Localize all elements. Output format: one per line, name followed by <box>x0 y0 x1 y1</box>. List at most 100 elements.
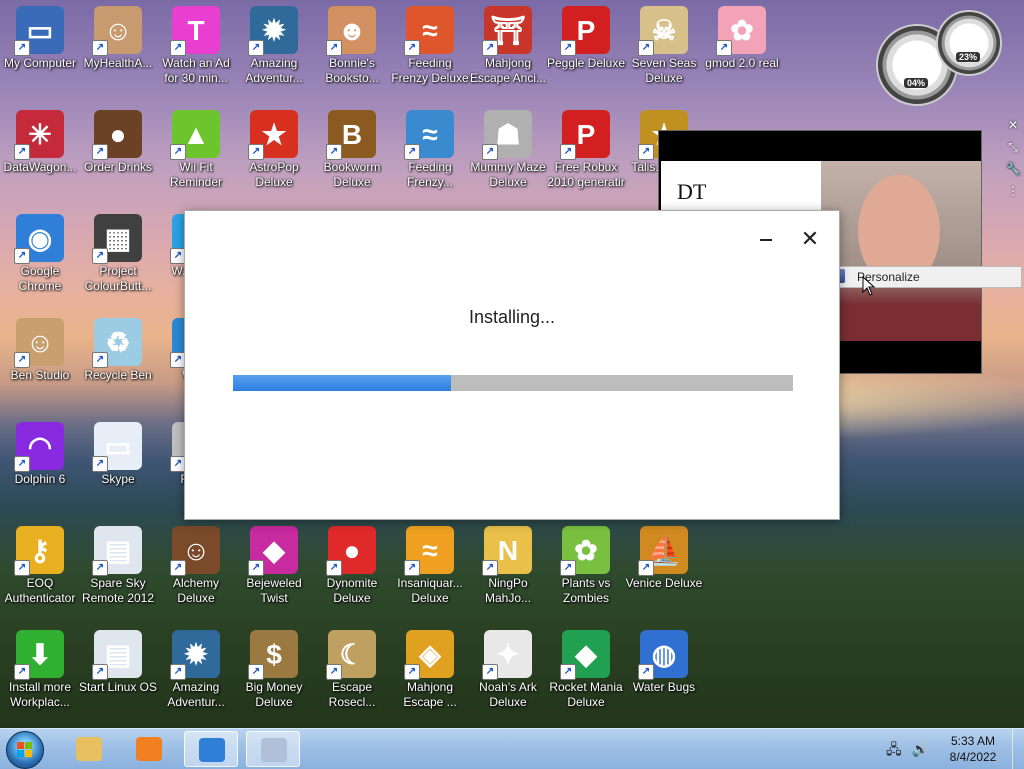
desktop-icon[interactable]: ✿ ↗ gmod 2.0 real <box>702 2 782 71</box>
clock[interactable]: 5:33 AM 8/4/2022 <box>940 733 1006 765</box>
desktop-icon[interactable]: ▭ ↗ Skype <box>78 418 158 487</box>
desktop-icon[interactable]: ☺ ↗ Ben Studio <box>0 314 80 383</box>
desktop-icon-label: Project ColourButt... <box>84 264 152 293</box>
folder-icon <box>76 737 102 761</box>
desktop-icon[interactable]: ☺ ↗ MyHealthA... <box>78 2 158 71</box>
desktop-icon[interactable]: ● ↗ Order Drinks <box>78 106 158 175</box>
desktop-icon[interactable]: ✹ ↗ Amazing Adventur... <box>234 2 314 86</box>
taskbar-explorer-button[interactable] <box>62 731 116 767</box>
desktop-icon[interactable]: ◍ ↗ Water Bugs <box>624 626 704 695</box>
desktop-icon[interactable]: ⬇ ↗ Install more Workplac... <box>0 626 80 710</box>
cpu-meter-gadget[interactable]: 04% 23% <box>872 10 1002 106</box>
resize-icon[interactable]: ⤡ <box>1006 140 1020 154</box>
desktop-icon[interactable]: ◆ ↗ Bejeweled Twist <box>234 522 314 606</box>
desktop-icon-label: Venice Deluxe <box>625 576 703 590</box>
desktop-icon[interactable]: ☾ ↗ Escape Rosecl... <box>312 626 392 710</box>
desktop-icon[interactable]: ☻ ↗ Bonnie's Booksto... <box>312 2 392 86</box>
desktop-icon[interactable]: ▤ ↗ Start Linux OS <box>78 626 158 695</box>
desktop-icon[interactable]: ⛵ ↗ Venice Deluxe <box>624 522 704 591</box>
desktop-icon-label: Install more Workplac... <box>8 680 72 709</box>
desktop-icon-image: ⛩ ↗ <box>482 6 532 56</box>
desktop-icon[interactable]: ✳ ↗ DataWagon... <box>0 106 80 175</box>
desktop-icon[interactable]: T ↗ Watch an Ad for 30 min... <box>156 2 236 86</box>
desktop-icon[interactable]: ⛩ ↗ Mahjong Escape Anci... <box>468 2 548 86</box>
shortcut-arrow-icon: ↗ <box>560 560 576 576</box>
wrench-icon[interactable]: 🔧 <box>1006 162 1021 176</box>
desktop-icon[interactable]: ≈ ↗ Feeding Frenzy... <box>390 106 470 190</box>
desktop-icon[interactable]: $ ↗ Big Money Deluxe <box>234 626 314 710</box>
desktop-icon[interactable]: ◆ ↗ Rocket Mania Deluxe <box>546 626 626 710</box>
shortcut-arrow-icon: ↗ <box>482 560 498 576</box>
desktop-icon[interactable]: ● ↗ Dynomite Deluxe <box>312 522 392 606</box>
shortcut-arrow-icon: ↗ <box>404 664 420 680</box>
desktop-icon[interactable]: ≈ ↗ Insaniquar... Deluxe <box>390 522 470 606</box>
desktop-icon-label: MyHealthA... <box>83 56 153 70</box>
shortcut-arrow-icon: ↗ <box>170 560 186 576</box>
desktop-icon[interactable]: B ↗ Bookworm Deluxe <box>312 106 392 190</box>
desktop-icon[interactable]: ≈ ↗ Feeding Frenzy Deluxe <box>390 2 470 86</box>
minimize-button[interactable] <box>755 229 777 251</box>
desktop-icon[interactable]: ▲ ↗ Wii Fit Reminder <box>156 106 236 190</box>
start-button[interactable] <box>6 731 44 769</box>
shortcut-arrow-icon: ↗ <box>92 664 108 680</box>
windows-logo-icon <box>17 742 33 758</box>
desktop-icon[interactable]: ▤ ↗ Spare Sky Remote 2012 <box>78 522 158 606</box>
progress-fill <box>233 375 452 391</box>
desktop-icon[interactable]: ◠ ↗ Dolphin 6 <box>0 418 80 487</box>
shortcut-arrow-icon: ↗ <box>404 560 420 576</box>
desktop-icon[interactable]: ☗ ↗ Mummy Maze Deluxe <box>468 106 548 190</box>
shortcut-arrow-icon: ↗ <box>638 144 654 160</box>
desktop-icon[interactable]: ☺ ↗ Alchemy Deluxe <box>156 522 236 606</box>
desktop-icon[interactable]: P ↗ Free Robux 2010 generatir <box>546 106 626 190</box>
desktop-icon-image: P ↗ <box>560 6 610 56</box>
desktop-icon[interactable]: ♻ ↗ Recycle Ben <box>78 314 158 383</box>
desktop-icon-label: Dynomite Deluxe <box>326 576 378 605</box>
shortcut-arrow-icon: ↗ <box>14 248 30 264</box>
volume-icon[interactable]: 🔊 <box>912 741 929 757</box>
desktop-icon-label: Rocket Mania Deluxe <box>549 680 623 709</box>
desktop-icon-image: ✿ ↗ <box>716 6 766 56</box>
shortcut-arrow-icon: ↗ <box>482 664 498 680</box>
shortcut-arrow-icon: ↗ <box>638 40 654 56</box>
shortcut-arrow-icon: ↗ <box>92 456 108 472</box>
desktop-icon[interactable]: ▦ ↗ Project ColourButt... <box>78 210 158 294</box>
desktop-icon[interactable]: ⚷ ↗ EOQ Authenticator <box>0 522 80 606</box>
desktop-icon-label: Wii Fit Reminder <box>169 160 223 189</box>
desktop-icon[interactable]: ★ ↗ AstroPop Deluxe <box>234 106 314 190</box>
desktop-icon[interactable]: ☠ ↗ Seven Seas Deluxe <box>624 2 704 86</box>
desktop-icon-label: Noah's Ark Deluxe <box>479 680 537 709</box>
shortcut-arrow-icon: ↗ <box>170 40 186 56</box>
desktop-icon[interactable]: ◉ ↗ Google Chrome <box>0 210 80 294</box>
desktop-icon-image: ● ↗ <box>326 526 376 576</box>
shortcut-arrow-icon: ↗ <box>248 664 264 680</box>
desktop-icon[interactable]: ▭ ↗ My Computer <box>0 2 80 71</box>
desktop-icon-image: ✳ ↗ <box>14 110 64 160</box>
desktop-icon-label: EOQ Authenticator <box>4 576 76 605</box>
shortcut-arrow-icon: ↗ <box>326 560 342 576</box>
taskbar-media-player-button[interactable] <box>122 731 176 767</box>
desktop-icon[interactable]: N ↗ NingPo MahJo... <box>468 522 548 606</box>
clock-time: 5:33 AM <box>950 734 996 748</box>
taskbar-chrome-button[interactable] <box>184 731 238 767</box>
desktop-icon-label: DataWagon... <box>3 160 77 174</box>
close-icon[interactable]: ✕ <box>1006 118 1020 132</box>
desktop-icon-image: ✹ ↗ <box>248 6 298 56</box>
network-icon[interactable]: 🖧 <box>886 741 902 757</box>
desktop-icon-image: ★↗ <box>248 110 298 160</box>
desktop-icon-image: ⚷ ↗ <box>14 526 64 576</box>
desktop-icon-image: B ↗ <box>326 110 376 160</box>
close-button[interactable]: ✕ <box>799 228 821 251</box>
drag-handle-icon[interactable]: ⋮ <box>1006 184 1020 198</box>
show-desktop-button[interactable] <box>1012 729 1024 769</box>
desktop-icon[interactable]: ✿ ↗ Plants vs Zombies <box>546 522 626 606</box>
desktop-icon[interactable]: ✦ ↗ Noah's Ark Deluxe <box>468 626 548 710</box>
desktop-icon-image: ▭ ↗ <box>14 6 64 56</box>
shortcut-arrow-icon: ↗ <box>92 352 108 368</box>
desktop-icon-image: ✹ ↗ <box>170 630 220 680</box>
desktop-icon[interactable]: P ↗ Peggle Deluxe <box>546 2 626 71</box>
desktop-icon[interactable]: ◈ ↗ Mahjong Escape ... <box>390 626 470 710</box>
taskbar-installer-button[interactable] <box>246 731 300 767</box>
desktop-icon-label: Big Money Deluxe <box>245 680 303 709</box>
desktop-icon[interactable]: ✹ ↗ Amazing Adventur... <box>156 626 236 710</box>
desktop-icon-image: ▤ ↗ <box>92 526 142 576</box>
